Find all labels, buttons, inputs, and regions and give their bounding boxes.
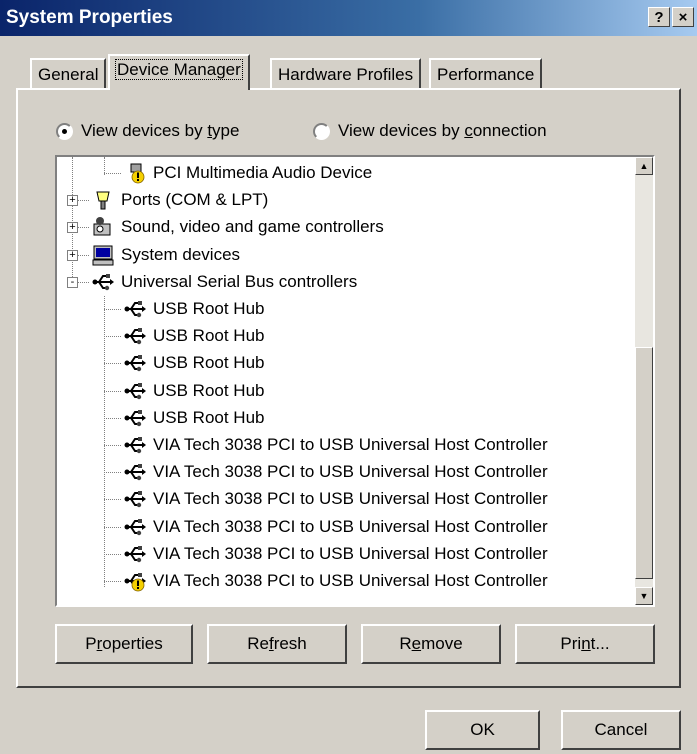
usb-icon [123, 407, 147, 429]
tree-item[interactable]: Universal Serial Bus controllers [91, 269, 357, 295]
tree-item[interactable]: Ports (COM & LPT) [91, 187, 268, 213]
tree-item-label: USB Root Hub [153, 380, 265, 400]
usb-icon [123, 516, 147, 538]
tree-item-label: PCI Multimedia Audio Device [153, 163, 373, 182]
remove-button[interactable]: Remove [361, 624, 501, 664]
tree-item[interactable]: VIA Tech 3038 PCI to USB Universal Host … [123, 568, 548, 594]
view-by-connection-label: View devices by connection [338, 121, 547, 140]
tree-item[interactable]: PCI Multimedia Audio Device [123, 160, 372, 186]
tree-item-label: Sound, video and game controllers [121, 217, 384, 237]
scroll-up-button[interactable]: ▲ [635, 157, 653, 175]
device-tree-list: PCI Multimedia Audio Device + Ports (COM &… [57, 157, 635, 605]
expand-icon[interactable]: + [67, 222, 78, 234]
tree-item[interactable]: VIA Tech 3038 PCI to USB Universal Host … [123, 541, 548, 567]
close-button[interactable]: × [672, 7, 694, 27]
tree-item[interactable]: USB Root Hub [123, 378, 265, 404]
usb-icon [123, 352, 147, 374]
tree-connector-line [104, 445, 121, 446]
device-tree[interactable]: PCI Multimedia Audio Device + Ports (COM &… [55, 155, 655, 607]
tree-item[interactable]: Sound, video and game controllers [91, 214, 384, 240]
tab-device-manager[interactable]: Device Manager [108, 54, 250, 90]
collapse-icon[interactable]: - [67, 276, 78, 288]
radio-unselected-icon[interactable] [313, 122, 330, 140]
radio-selected-icon[interactable] [56, 122, 73, 140]
refresh-button[interactable]: Refresh [207, 624, 347, 664]
view-by-connection-option[interactable]: View devices by connection [313, 120, 547, 142]
properties-button[interactable]: Properties [55, 624, 193, 664]
tab-label: Performance [437, 65, 535, 84]
tree-item[interactable]: VIA Tech 3038 PCI to USB Universal Host … [123, 486, 548, 512]
tree-item-label: USB Root Hub [153, 326, 265, 346]
tree-item-label: VIA Tech 3038 PCI to USB Universal Host … [153, 516, 548, 536]
tree-connector-line [104, 499, 121, 501]
usb-icon [123, 488, 147, 510]
tree-item-label: VIA Tech 3038 PCI to USB Universal Host … [153, 489, 548, 509]
tree-connector-line [104, 390, 121, 392]
tree-connector-line [104, 526, 121, 528]
scroll-thumb[interactable] [635, 347, 653, 579]
usb-icon [123, 380, 147, 402]
tree-item-label: Ports (COM & LPT) [121, 190, 269, 210]
tree-connector-line [104, 309, 121, 310]
tree-item[interactable]: USB Root Hub [123, 323, 265, 349]
computer-icon [91, 244, 115, 266]
tree-item-label: USB Root Hub [153, 407, 265, 427]
tree-item[interactable]: USB Root Hub [123, 296, 265, 322]
ports-icon [91, 189, 115, 211]
scroll-down-button[interactable]: ▼ [635, 587, 653, 605]
tree-item[interactable]: VIA Tech 3038 PCI to USB Universal Host … [123, 432, 548, 458]
usb-icon [123, 461, 147, 483]
tree-item-label: VIA Tech 3038 PCI to USB Universal Host … [153, 571, 548, 590]
expand-icon[interactable]: + [67, 249, 78, 261]
tree-item-label: VIA Tech 3038 PCI to USB Universal Host … [153, 462, 548, 482]
title-bar: System Properties ? × [0, 0, 697, 36]
tree-item[interactable]: VIA Tech 3038 PCI to USB Universal Host … [123, 459, 548, 485]
tree-item-label: System devices [121, 244, 241, 264]
tab-label: Hardware Profiles [278, 65, 414, 84]
tree-item-label: VIA Tech 3038 PCI to USB Universal Host … [153, 543, 548, 563]
tree-connector-branch [104, 296, 105, 587]
usb-icon [123, 434, 147, 456]
tree-connector-line [104, 553, 121, 555]
usb-icon [123, 325, 147, 347]
audio-warning-icon [123, 162, 147, 184]
tree-item[interactable]: System devices [91, 242, 240, 268]
tree-connector-line [104, 581, 121, 582]
tab-label: Device Manager [115, 59, 243, 80]
tree-item-label: VIA Tech 3038 PCI to USB Universal Host … [153, 435, 548, 454]
usb-icon [123, 298, 147, 320]
tree-item[interactable]: VIA Tech 3038 PCI to USB Universal Host … [123, 514, 548, 540]
expand-icon[interactable]: + [67, 195, 78, 207]
view-by-type-option[interactable]: View devices by type [56, 120, 239, 142]
sound-controller-icon [91, 216, 115, 238]
help-button[interactable]: ? [648, 7, 670, 27]
usb-icon [91, 271, 115, 293]
tree-connector-line [104, 336, 121, 338]
tree-item-label: USB Root Hub [153, 299, 265, 318]
tab-label: General [38, 65, 99, 84]
tab-general[interactable]: General [30, 58, 107, 88]
tree-item[interactable]: USB Root Hub [123, 350, 265, 376]
tab-hardware-profiles[interactable]: Hardware Profiles [270, 58, 422, 88]
tree-item[interactable]: USB Root Hub [123, 405, 265, 431]
tree-connector-line [104, 363, 121, 365]
tree-connector-line [104, 417, 121, 419]
usb-icon [123, 543, 147, 565]
cancel-button[interactable]: Cancel [561, 710, 681, 750]
tab-performance[interactable]: Performance [429, 58, 543, 88]
tree-connector-line [104, 472, 121, 474]
ok-button[interactable]: OK [425, 710, 540, 750]
window-title: System Properties [6, 7, 173, 28]
vertical-scrollbar[interactable]: ▲ ▼ [635, 157, 653, 605]
tree-item-label: USB Root Hub [153, 353, 265, 373]
print-button[interactable]: Print... [515, 624, 655, 664]
usb-warning-icon [123, 570, 147, 592]
tree-item-label: Universal Serial Bus controllers [121, 271, 358, 291]
tree-connector-line [104, 173, 121, 174]
view-by-type-label: View devices by type [81, 121, 240, 140]
